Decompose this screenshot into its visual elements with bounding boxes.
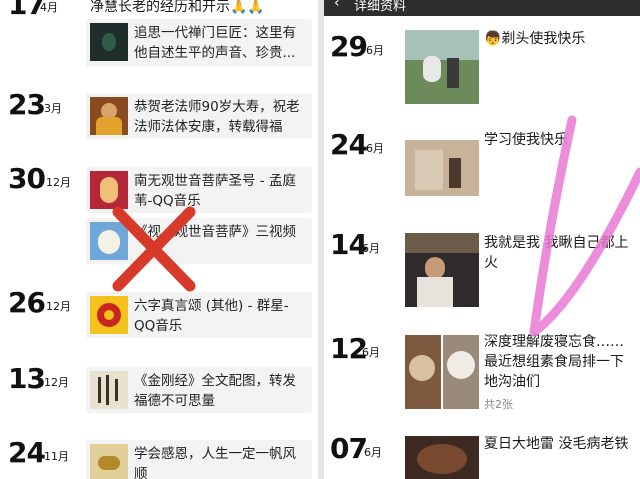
post-photo[interactable] <box>405 30 479 104</box>
post-caption: 学习使我快乐 <box>484 132 568 148</box>
entry-month: 11月 <box>44 450 69 463</box>
video-thumbnail <box>90 222 128 260</box>
entry-day: 24 <box>330 128 368 161</box>
photo-count: 共2张 <box>484 398 513 411</box>
entry-month: 12月 <box>46 176 71 189</box>
post-photo[interactable] <box>405 335 441 409</box>
entry-month: 6月 <box>362 242 380 255</box>
entry-month: 12月 <box>46 300 71 313</box>
left-moments-feed: 17 4月 净慧长老的经历和开示🙏🙏 追思一代禅门巨匠：这里有他自述生平的声音、… <box>0 0 318 479</box>
nav-title: 详细资料 <box>354 0 407 14</box>
link-title: 学会感恩，人生一定一帆风顺 <box>134 446 296 479</box>
post-photo[interactable] <box>405 140 479 196</box>
entry-month: 3月 <box>44 102 62 115</box>
entry-text: 净慧长老的经历和开示🙏🙏 <box>90 0 265 15</box>
link-thumbnail <box>90 97 128 135</box>
music-thumbnail <box>90 171 128 209</box>
video-card[interactable]: 《视《观世音菩萨》三视频 <box>86 218 312 264</box>
entry-day: 24 <box>8 436 46 469</box>
link-title: 《金刚经》全文配图，转发福德不可思量 <box>134 373 296 409</box>
post-photo[interactable] <box>405 436 479 479</box>
entry-day: 29 <box>330 30 368 63</box>
entry-month: 4月 <box>40 1 58 14</box>
music-card[interactable]: 南无观世音菩萨圣号 - 孟庭苇-QQ音乐 <box>86 167 312 213</box>
entry-day: 30 <box>8 162 46 195</box>
entry-day: 23 <box>8 88 46 121</box>
link-thumbnail <box>90 23 128 61</box>
post-caption: 👦剃头使我快乐 <box>484 31 586 47</box>
shared-link-card[interactable]: 学会感恩，人生一定一帆风顺 <box>86 440 312 479</box>
shared-link-card[interactable]: 《金刚经》全文配图，转发福德不可思量 <box>86 367 312 413</box>
entry-month: 6月 <box>362 346 380 359</box>
entry-day: 13 <box>8 362 46 395</box>
post-caption: 我就是我 我瞅自己都上火 <box>484 235 629 271</box>
entry-day: 07 <box>330 432 368 465</box>
music-title: 六字真言颂 (其他) - 群星-QQ音乐 <box>134 298 289 334</box>
music-thumbnail <box>90 296 128 334</box>
check-stroke <box>529 115 640 337</box>
music-card[interactable]: 六字真言颂 (其他) - 群星-QQ音乐 <box>86 292 312 338</box>
navigation-bar: ‹ 详细资料 <box>324 0 640 16</box>
entry-month: 12月 <box>44 376 69 389</box>
link-title: 追思一代禅门巨匠：这里有他自述生平的声音、珍贵... <box>134 25 296 61</box>
post-photo[interactable] <box>443 335 479 409</box>
post-caption: 夏日大地雷 没毛病老铁 <box>484 436 629 452</box>
shared-link-card[interactable]: 恭贺老法师90岁大寿，祝老法师法体安康，转载得福 <box>86 93 312 139</box>
video-title: 《视《观世音菩萨》三视频 <box>134 224 296 240</box>
right-moments-feed: ‹ 详细资料 29 6月 👦剃头使我快乐 24 6月 学习使我快乐 14 6月 … <box>324 0 640 479</box>
shared-link-card[interactable]: 追思一代禅门巨匠：这里有他自述生平的声音、珍贵... <box>86 19 312 67</box>
entry-month: 6月 <box>364 446 382 459</box>
chevron-left-icon[interactable]: ‹ <box>334 0 340 11</box>
post-caption: 深度理解废寝忘食……最近想组素食局排一下地沟油们 <box>484 334 624 390</box>
link-thumbnail <box>90 444 128 479</box>
link-title: 恭贺老法师90岁大寿，祝老法师法体安康，转载得福 <box>134 99 300 135</box>
entry-day: 26 <box>8 286 46 319</box>
entry-month: 6月 <box>366 44 384 57</box>
link-thumbnail <box>90 371 128 409</box>
post-photo[interactable] <box>405 233 479 307</box>
entry-month: 6月 <box>366 142 384 155</box>
music-title: 南无观世音菩萨圣号 - 孟庭苇-QQ音乐 <box>134 173 296 209</box>
